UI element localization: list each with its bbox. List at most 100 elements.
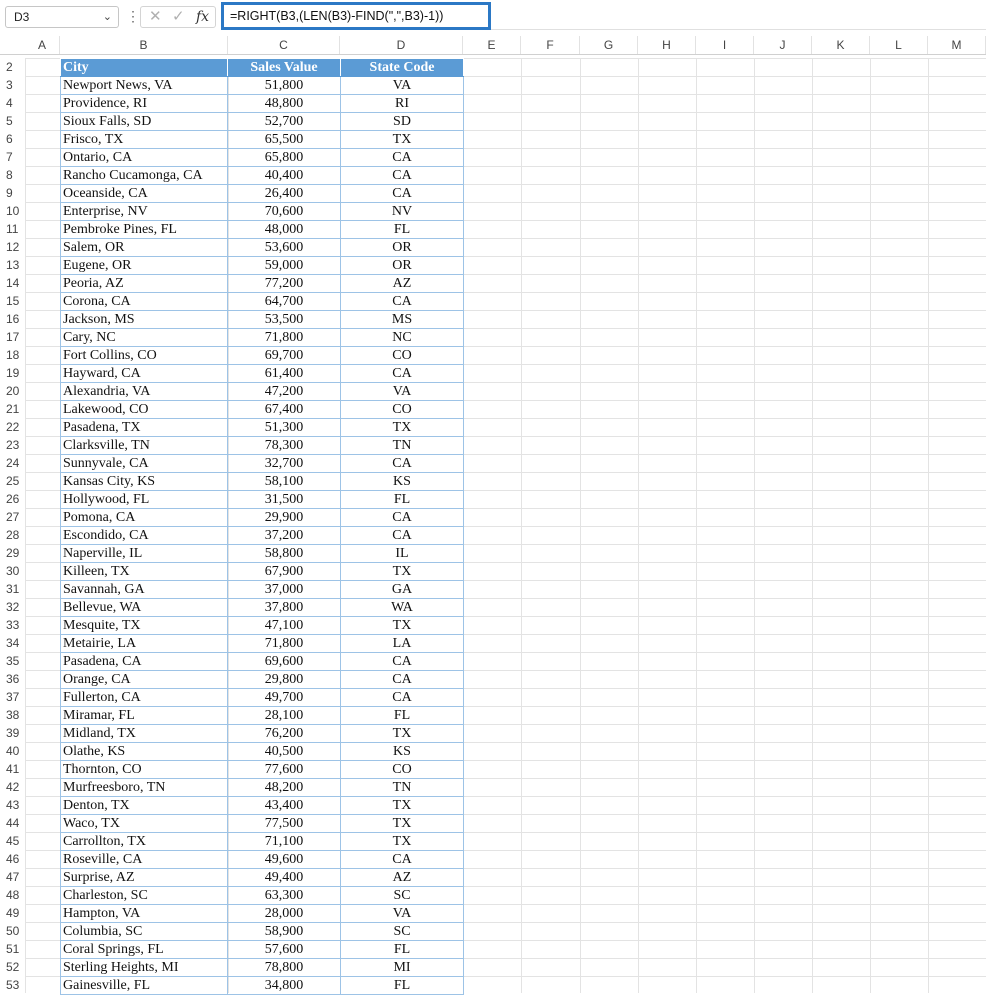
city-cell[interactable]: Newport News, VA	[60, 76, 228, 95]
state-code-cell[interactable]: NV	[340, 202, 464, 221]
city-cell[interactable]: Coral Springs, FL	[60, 940, 228, 959]
city-cell[interactable]: Clarksville, TN	[60, 436, 228, 455]
sales-value-cell[interactable]: 28,100	[227, 706, 341, 725]
row-header[interactable]: 49	[0, 904, 25, 922]
row-header[interactable]: 9	[0, 184, 25, 202]
state-code-cell[interactable]: CO	[340, 760, 464, 779]
row-header[interactable]: 10	[0, 202, 25, 220]
sales-value-cell[interactable]: 77,500	[227, 814, 341, 833]
sales-value-cell[interactable]: 67,400	[227, 400, 341, 419]
sales-value-cell[interactable]: 49,700	[227, 688, 341, 707]
column-header-e[interactable]: E	[463, 36, 521, 54]
state-code-cell[interactable]: VA	[340, 904, 464, 923]
city-cell[interactable]: Pomona, CA	[60, 508, 228, 527]
row-header[interactable]: 45	[0, 832, 25, 850]
state-code-cell[interactable]: CA	[340, 184, 464, 203]
city-cell[interactable]: Savannah, GA	[60, 580, 228, 599]
state-code-cell[interactable]: TX	[340, 832, 464, 851]
sales-value-cell[interactable]: 31,500	[227, 490, 341, 509]
row-header[interactable]: 52	[0, 958, 25, 976]
row-header[interactable]: 14	[0, 274, 25, 292]
row-header[interactable]: 8	[0, 166, 25, 184]
sales-value-cell[interactable]: 51,300	[227, 418, 341, 437]
state-code-cell[interactable]: NC	[340, 328, 464, 347]
sales-value-cell[interactable]: 48,800	[227, 94, 341, 113]
sales-value-cell[interactable]: 58,100	[227, 472, 341, 491]
row-header[interactable]: 41	[0, 760, 25, 778]
sales-value-cell[interactable]: 78,300	[227, 436, 341, 455]
column-header-g[interactable]: G	[580, 36, 638, 54]
city-cell[interactable]: Corona, CA	[60, 292, 228, 311]
state-code-cell[interactable]: CA	[340, 652, 464, 671]
row-header[interactable]: 25	[0, 472, 25, 490]
city-cell[interactable]: Pembroke Pines, FL	[60, 220, 228, 239]
city-cell[interactable]: Hampton, VA	[60, 904, 228, 923]
state-code-cell[interactable]: WA	[340, 598, 464, 617]
city-cell[interactable]: Pasadena, TX	[60, 418, 228, 437]
state-code-cell[interactable]: MS	[340, 310, 464, 329]
column-header-m[interactable]: M	[928, 36, 986, 54]
city-cell[interactable]: Rancho Cucamonga, CA	[60, 166, 228, 185]
row-header[interactable]: 31	[0, 580, 25, 598]
sales-value-cell[interactable]: 48,200	[227, 778, 341, 797]
city-cell[interactable]: Naperville, IL	[60, 544, 228, 563]
sales-value-cell[interactable]: 70,600	[227, 202, 341, 221]
city-cell[interactable]: Escondido, CA	[60, 526, 228, 545]
row-header[interactable]: 5	[0, 112, 25, 130]
header-state-code[interactable]: State Code	[340, 58, 464, 77]
state-code-cell[interactable]: CO	[340, 346, 464, 365]
sales-value-cell[interactable]: 28,000	[227, 904, 341, 923]
header-city[interactable]: City	[60, 58, 228, 77]
city-cell[interactable]: Jackson, MS	[60, 310, 228, 329]
row-header[interactable]: 36	[0, 670, 25, 688]
sales-value-cell[interactable]: 71,800	[227, 634, 341, 653]
sales-value-cell[interactable]: 51,800	[227, 76, 341, 95]
sales-value-cell[interactable]: 32,700	[227, 454, 341, 473]
row-header[interactable]: 19	[0, 364, 25, 382]
city-cell[interactable]: Miramar, FL	[60, 706, 228, 725]
state-code-cell[interactable]: OR	[340, 256, 464, 275]
more-options-icon[interactable]: ⋮	[126, 8, 140, 24]
state-code-cell[interactable]: SD	[340, 112, 464, 131]
sales-value-cell[interactable]: 37,800	[227, 598, 341, 617]
state-code-cell[interactable]: KS	[340, 472, 464, 491]
column-header-c[interactable]: C	[228, 36, 340, 54]
city-cell[interactable]: Sunnyvale, CA	[60, 454, 228, 473]
formula-input[interactable]: =RIGHT(B3,(LEN(B3)-FIND(",",B3)-1))	[221, 2, 491, 30]
row-header[interactable]: 20	[0, 382, 25, 400]
sales-value-cell[interactable]: 58,800	[227, 544, 341, 563]
column-header-k[interactable]: K	[812, 36, 870, 54]
sales-value-cell[interactable]: 47,100	[227, 616, 341, 635]
city-cell[interactable]: Mesquite, TX	[60, 616, 228, 635]
cancel-icon[interactable]: ✕	[149, 8, 162, 26]
city-cell[interactable]: Bellevue, WA	[60, 598, 228, 617]
sales-value-cell[interactable]: 77,600	[227, 760, 341, 779]
city-cell[interactable]: Thornton, CO	[60, 760, 228, 779]
row-header[interactable]: 38	[0, 706, 25, 724]
city-cell[interactable]: Providence, RI	[60, 94, 228, 113]
row-header[interactable]: 18	[0, 346, 25, 364]
sales-value-cell[interactable]: 26,400	[227, 184, 341, 203]
sales-value-cell[interactable]: 71,800	[227, 328, 341, 347]
row-header[interactable]: 33	[0, 616, 25, 634]
sales-value-cell[interactable]: 69,600	[227, 652, 341, 671]
city-cell[interactable]: Fort Collins, CO	[60, 346, 228, 365]
sales-value-cell[interactable]: 29,800	[227, 670, 341, 689]
row-header[interactable]: 2	[0, 58, 25, 76]
sales-value-cell[interactable]: 59,000	[227, 256, 341, 275]
row-header[interactable]: 22	[0, 418, 25, 436]
city-cell[interactable]: Metairie, LA	[60, 634, 228, 653]
column-header-i[interactable]: I	[696, 36, 754, 54]
row-header[interactable]: 37	[0, 688, 25, 706]
city-cell[interactable]: Charleston, SC	[60, 886, 228, 905]
state-code-cell[interactable]: AZ	[340, 868, 464, 887]
row-header[interactable]: 39	[0, 724, 25, 742]
city-cell[interactable]: Peoria, AZ	[60, 274, 228, 293]
sales-value-cell[interactable]: 37,200	[227, 526, 341, 545]
state-code-cell[interactable]: CA	[340, 166, 464, 185]
row-header[interactable]: 44	[0, 814, 25, 832]
city-cell[interactable]: Fullerton, CA	[60, 688, 228, 707]
city-cell[interactable]: Ontario, CA	[60, 148, 228, 167]
row-header[interactable]: 46	[0, 850, 25, 868]
sales-value-cell[interactable]: 77,200	[227, 274, 341, 293]
